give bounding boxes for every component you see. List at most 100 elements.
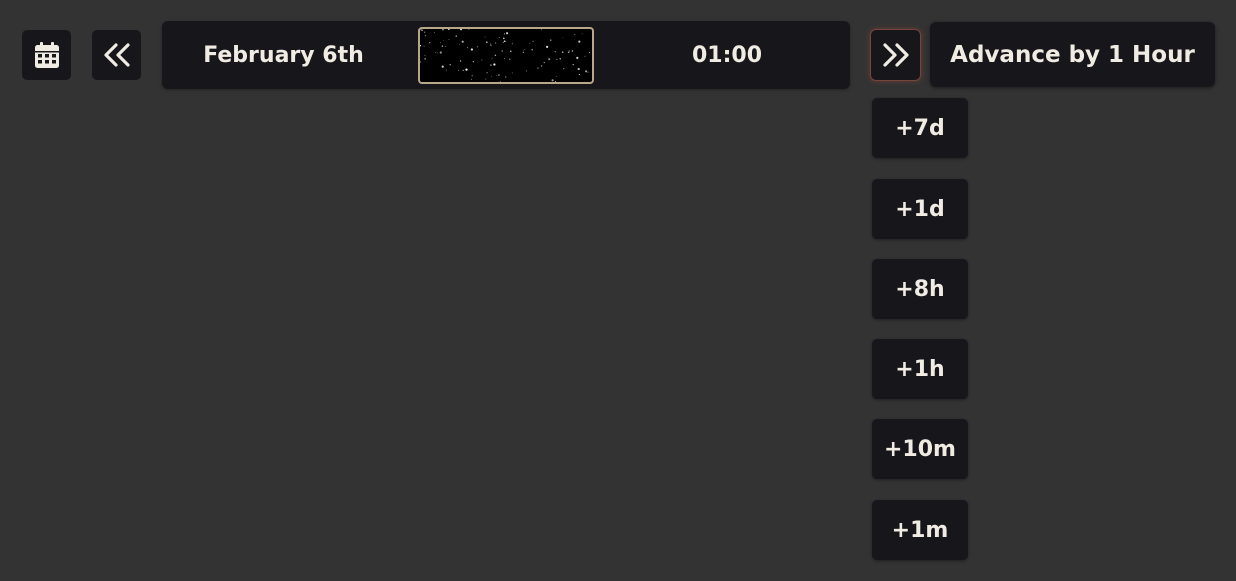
star [540,65,543,67]
star [467,47,468,49]
star [448,39,450,41]
star [554,80,556,82]
star [551,79,554,82]
star [541,29,542,31]
advance-button[interactable]: Advance by 1 Hour [930,22,1215,87]
star [491,57,493,59]
star [506,32,509,35]
star [543,61,545,64]
star [503,37,505,40]
star [588,52,591,54]
date-label: February 6th [203,42,364,68]
star [511,43,513,45]
star [490,45,492,47]
star [441,65,444,68]
star [420,61,421,63]
star [459,44,460,46]
star [424,35,427,37]
step-button-1d[interactable]: +1d [872,179,968,239]
star [481,59,483,61]
star [461,40,464,43]
star [563,68,565,70]
star [550,39,552,41]
star [441,45,444,47]
star [455,35,457,37]
star [490,43,492,45]
star [449,64,451,66]
step-button-8h[interactable]: +8h [872,259,968,319]
star [424,31,426,33]
star [567,51,570,54]
star [435,52,437,54]
double-chevron-left-icon [103,43,131,67]
star [471,75,473,77]
star [548,58,551,61]
star [493,63,496,66]
star [587,71,589,73]
star [494,54,497,56]
step-button-10m[interactable]: +10m [872,419,968,479]
step-button-7d[interactable]: +7d [872,98,968,158]
star [486,41,488,43]
step-button-1h[interactable]: +1h [872,339,968,399]
star [509,58,511,60]
star [529,42,531,44]
star [554,51,556,53]
star [571,50,574,52]
star [561,51,564,54]
star [522,49,524,51]
star [503,40,506,42]
star [470,78,472,80]
star [524,48,526,50]
star [458,69,460,71]
star [501,50,503,52]
star [472,61,474,63]
star [470,48,473,51]
star [568,50,570,52]
star [576,56,579,59]
star [496,75,497,77]
star [556,58,558,60]
star [448,29,450,30]
star [505,76,507,78]
star [490,64,492,66]
star [491,76,493,77]
star [494,42,497,44]
calendar-icon [34,41,60,69]
forward-button[interactable] [871,30,920,80]
star [505,41,507,42]
star [503,33,506,35]
star [421,29,423,31]
star [485,78,487,80]
star [577,67,580,71]
rewind-button[interactable] [92,30,141,80]
star [423,45,425,47]
double-chevron-right-icon [882,43,910,67]
star [498,74,500,76]
star [433,32,435,34]
star [584,55,586,57]
time-label: 01:00 [691,42,763,68]
star [499,36,501,38]
star [556,76,557,77]
star [462,69,464,71]
step-button-1m[interactable]: +1m [872,500,968,560]
star [546,45,549,48]
star [465,68,468,71]
calendar-button[interactable] [22,30,71,80]
star [440,42,441,43]
time-bar: February 6th 01:00 [162,21,850,89]
star [503,58,505,60]
star [574,34,576,36]
star [581,33,583,35]
star [424,54,426,56]
star [459,60,462,62]
star [459,29,463,31]
star [420,29,422,31]
star [531,49,533,51]
star [468,29,470,30]
star [578,40,581,43]
star [439,51,442,54]
star [499,81,501,82]
star [484,36,486,38]
